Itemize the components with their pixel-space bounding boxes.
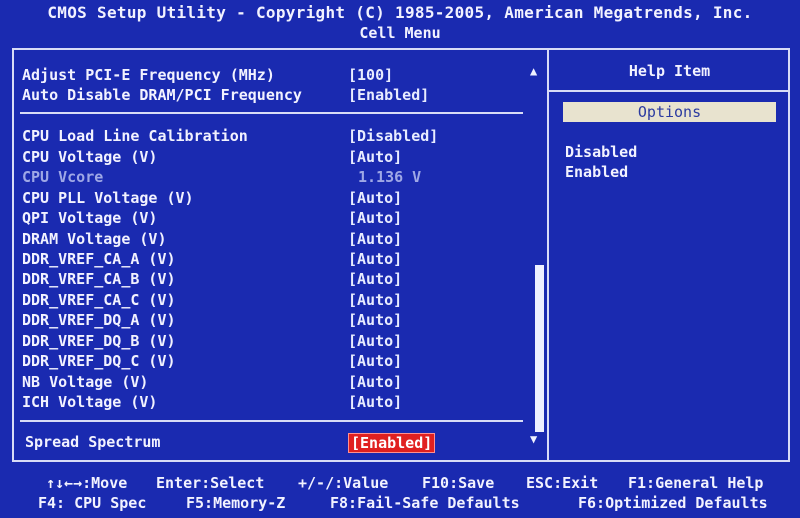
menu-title: Cell Menu [359,24,441,42]
setting-label: DDR_VREF_DQ_B (V) [22,332,176,350]
key-hint-cpu-spec: F4: CPU Spec [38,494,147,512]
key-hint-value: +/-/:Value [298,474,389,492]
help-option-enabled[interactable]: Enabled [565,163,628,181]
setting-value[interactable]: [Auto] [348,352,402,370]
bios-title: CMOS Setup Utility - Copyright (C) 1985-… [47,3,753,22]
setting-value[interactable]: [Auto] [348,311,402,329]
setting-value[interactable]: [Auto] [348,189,402,207]
setting-label: Adjust PCI-E Frequency (MHz) [22,66,275,84]
setting-value[interactable]: [Auto] [348,332,402,350]
options-header: Options [563,102,776,122]
setting-label: ICH Voltage (V) [22,393,158,411]
selected-setting-value[interactable]: [Enabled] [348,433,436,453]
setting-label: CPU Vcore [22,168,104,186]
setting-value[interactable]: [Auto] [348,393,402,411]
key-hint-move: ↑↓←→:Move [46,474,128,492]
setting-value[interactable]: [Auto] [348,291,402,309]
setting-value[interactable]: [Enabled] [348,86,429,104]
setting-label: DDR_VREF_CA_A (V) [22,250,176,268]
setting-value[interactable]: [Auto] [348,250,402,268]
setting-label: DDR_VREF_CA_B (V) [22,270,176,288]
scroll-down-arrow-icon[interactable]: ▼ [530,432,537,446]
setting-label: CPU Voltage (V) [22,148,158,166]
setting-value[interactable]: [Auto] [348,209,402,227]
key-hint-memory-z: F5:Memory-Z [186,494,286,512]
setting-label: CPU Load Line Calibration [22,127,248,145]
setting-value[interactable]: [Auto] [348,230,402,248]
section-divider [20,112,523,114]
setting-value[interactable]: [Disabled] [348,127,438,145]
key-hint-optimized: F6:Optimized Defaults [578,494,768,512]
setting-label: DDR_VREF_DQ_C (V) [22,352,176,370]
setting-label: DDR_VREF_CA_C (V) [22,291,176,309]
setting-label: DDR_VREF_DQ_A (V) [22,311,176,329]
vcore-readout: 1.136 V [358,168,422,186]
setting-value[interactable]: [Auto] [348,148,402,166]
scrollbar-thumb[interactable] [535,265,544,432]
setting-value[interactable]: [Auto] [348,270,402,288]
help-item-title: Help Item [628,62,711,80]
key-hint-exit: ESC:Exit [526,474,599,492]
help-divider [549,90,790,92]
section-divider [20,420,523,422]
setting-label: CPU PLL Voltage (V) [22,189,194,207]
setting-value[interactable]: [100] [348,66,393,84]
setting-label: Auto Disable DRAM/PCI Frequency [22,86,302,104]
setting-label: Spread Spectrum [25,433,161,451]
panel-divider [547,48,549,462]
help-option-disabled[interactable]: Disabled [565,143,637,161]
setting-label: DRAM Voltage (V) [22,230,167,248]
setting-label: QPI Voltage (V) [22,209,158,227]
key-hint-save: F10:Save [422,474,495,492]
key-hint-fail-safe: F8:Fail-Safe Defaults [330,494,520,512]
scroll-up-arrow-icon[interactable]: ▲ [530,64,537,78]
key-hint-help: F1:General Help [628,474,764,492]
setting-value[interactable]: [Auto] [348,373,402,391]
setting-label: NB Voltage (V) [22,373,149,391]
key-hint-select: Enter:Select [156,474,265,492]
